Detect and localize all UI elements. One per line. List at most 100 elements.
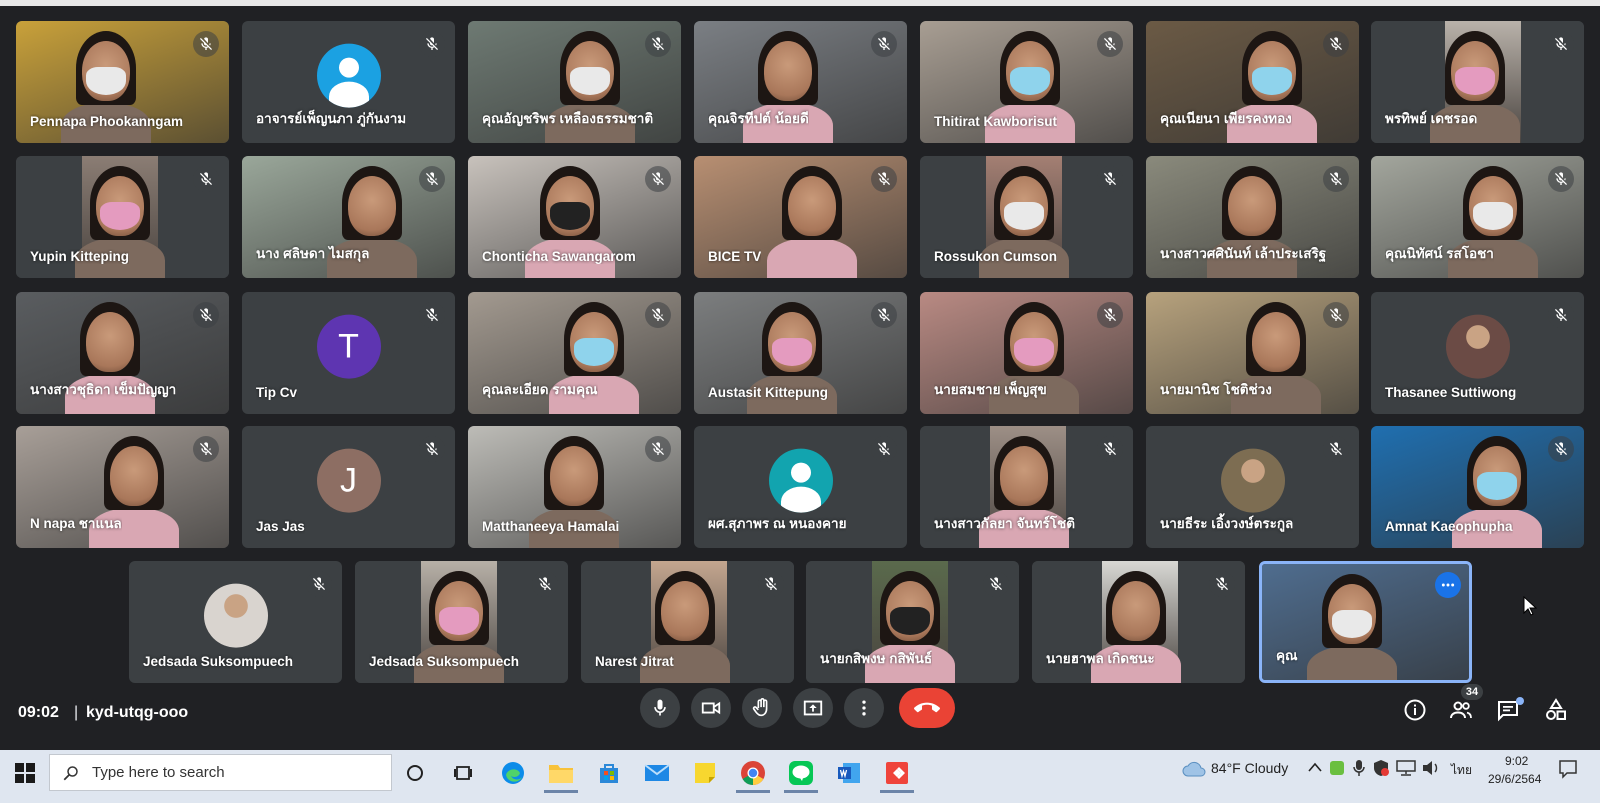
participant-name: นางสาวศศินันท์ เล้าประเสริฐ: [1160, 246, 1327, 261]
chevron-up-icon[interactable]: [1308, 762, 1322, 772]
participant-name: นายกสิพงษ กสิพันธ์: [820, 651, 933, 666]
participant-tile[interactable]: Rossukon Cumson: [920, 156, 1133, 278]
participant-tile[interactable]: Amnat Kaeophupha: [1371, 426, 1584, 548]
participant-name: Jedsada Suksompuech: [143, 654, 294, 669]
participant-name: Thitirat Kawborisut: [934, 114, 1058, 129]
muted-mic-icon: [758, 571, 784, 597]
cortana-button[interactable]: [392, 753, 438, 793]
participant-name: นายฮาพล เกิดชนะ: [1046, 651, 1155, 666]
taskbar-word[interactable]: [826, 753, 872, 793]
muted-mic-icon: [419, 436, 445, 462]
meeting-details-button[interactable]: [1399, 694, 1431, 726]
participant-tile[interactable]: พรทิพย์ เดชรอด: [1371, 21, 1584, 143]
participant-tile[interactable]: Austasit Kittepung: [694, 292, 907, 414]
participant-name: นายสมชาย เพ็ญสุข: [934, 382, 1047, 397]
activities-icon: [1546, 698, 1566, 720]
participant-tile[interactable]: Jedsada Suksompuech: [129, 561, 342, 683]
activities-button[interactable]: [1540, 694, 1572, 726]
taskbar-clock-time: 9:02: [1505, 754, 1529, 768]
meeting-code: kyd-utqg-ooo: [86, 704, 189, 721]
muted-mic-icon: [1209, 571, 1235, 597]
participant-tile[interactable]: Matthaneeya Hamalai: [468, 426, 681, 548]
participant-tile[interactable]: J Jas Jas: [242, 426, 455, 548]
muted-mic-icon: [1548, 436, 1574, 462]
profile-photo-avatar: [1445, 314, 1510, 379]
participant-tile[interactable]: คุณอัญชริพร เหลืองธรรมชาติ: [468, 21, 681, 143]
taskbar-mail[interactable]: [634, 753, 680, 793]
participant-tile[interactable]: Yupin Kitteping: [16, 156, 229, 278]
participant-tile[interactable]: นางสาวกัลยา จันทร์โชติ: [920, 426, 1133, 548]
taskbar-anydesk[interactable]: [874, 753, 920, 793]
participant-tile[interactable]: นาง ศลิษดา ไมสกุล: [242, 156, 455, 278]
muted-mic-icon: [871, 31, 897, 57]
taskbar-store[interactable]: [586, 753, 632, 793]
participant-tile[interactable]: นายกสิพงษ กสิพันธ์: [806, 561, 1019, 683]
participant-tile[interactable]: ผศ.สุภาพร ณ หนองคาย: [694, 426, 907, 548]
participant-tile[interactable]: นายสมชาย เพ็ญสุข: [920, 292, 1133, 414]
anydesk-icon: [886, 762, 908, 784]
participant-tile[interactable]: คุณเนียนา เพียรคงทอง: [1146, 21, 1359, 143]
taskbar-sticky-notes[interactable]: [682, 753, 728, 793]
participant-name: คุณจิรทีปต์ น้อยดี: [708, 111, 809, 126]
participant-tile[interactable]: Jedsada Suksompuech: [355, 561, 568, 683]
muted-mic-icon: [1097, 436, 1123, 462]
taskbar-chrome[interactable]: [730, 753, 776, 793]
participant-name: ผศ.สุภาพร ณ หนองคาย: [708, 516, 847, 531]
raise-hand-button[interactable]: [742, 688, 782, 728]
participant-name: คุณเนียนา เพียรคงทอง: [1160, 111, 1292, 126]
participant-tile[interactable]: Thasanee Suttiwong: [1371, 292, 1584, 414]
participant-tile[interactable]: T Tip Cv: [242, 292, 455, 414]
self-view-tile[interactable]: คุณ: [1259, 561, 1472, 683]
participant-count-badge: 34: [1461, 684, 1483, 700]
participant-name: Austasit Kittepung: [708, 385, 828, 400]
participant-tile[interactable]: คุณละเอียด รามคุณ: [468, 292, 681, 414]
separator: |: [74, 704, 79, 721]
camera-button[interactable]: [691, 688, 731, 728]
participant-tile[interactable]: นายฮาพล เกิดชนะ: [1032, 561, 1245, 683]
muted-mic-icon: [193, 302, 219, 328]
muted-mic-icon: [645, 166, 671, 192]
participant-tile[interactable]: อาจารย์เพ็ญนภา ภู่กันงาม: [242, 21, 455, 143]
more-options-button[interactable]: [844, 688, 884, 728]
participant-tile[interactable]: N napa ชาแนล: [16, 426, 229, 548]
cloudy-weather-icon: [1182, 761, 1206, 777]
muted-mic-icon: [1548, 302, 1574, 328]
store-bag-icon: [600, 764, 618, 783]
muted-mic-icon: [193, 31, 219, 57]
participant-tile[interactable]: Thitirat Kawborisut: [920, 21, 1133, 143]
tray-app-icon[interactable]: [1328, 759, 1346, 777]
muted-mic-icon: [306, 571, 332, 597]
tray-security-icon[interactable]: [1372, 759, 1390, 777]
participant-tile[interactable]: นายมานิช โชติช่วง: [1146, 292, 1359, 414]
taskbar-search-box[interactable]: Type here to search: [49, 754, 392, 791]
mail-icon: [644, 764, 670, 781]
end-call-button[interactable]: [899, 688, 955, 728]
start-button[interactable]: [2, 753, 48, 793]
volume-icon[interactable]: [1422, 760, 1440, 776]
muted-mic-icon: [645, 31, 671, 57]
participant-tile[interactable]: นายธีระ เอิ้งวงษ์ตระกูล: [1146, 426, 1359, 548]
participant-tile[interactable]: BICE TV: [694, 156, 907, 278]
more-vert-icon: [862, 700, 866, 716]
participant-tile[interactable]: นางสาวชุธิดา เข็มปัญญา: [16, 292, 229, 414]
participant-tile[interactable]: Narest Jitrat: [581, 561, 794, 683]
present-screen-button[interactable]: [793, 688, 833, 728]
network-icon[interactable]: [1396, 760, 1416, 776]
word-icon: [838, 763, 860, 783]
taskbar-file-explorer[interactable]: [538, 753, 584, 793]
taskbar-line[interactable]: [778, 753, 824, 793]
input-language[interactable]: ไทย: [1451, 761, 1472, 780]
notification-center-icon[interactable]: [1558, 759, 1578, 779]
task-view-button[interactable]: [440, 753, 486, 793]
participant-tile[interactable]: คุณจิรทีปต์ น้อยดี: [694, 21, 907, 143]
taskbar-edge[interactable]: [490, 753, 536, 793]
participant-tile[interactable]: Pennapa Phookanngam: [16, 21, 229, 143]
participant-tile[interactable]: Chonticha Sawangarom: [468, 156, 681, 278]
microphone-button[interactable]: [640, 688, 680, 728]
participant-tile[interactable]: นางสาวศศินันท์ เล้าประเสริฐ: [1146, 156, 1359, 278]
tray-microphone-icon[interactable]: [1352, 759, 1366, 777]
tile-options-button[interactable]: [1435, 572, 1461, 598]
participant-tile[interactable]: คุณนิทัศน์ รสโอชา: [1371, 156, 1584, 278]
muted-mic-icon: [1323, 166, 1349, 192]
letter-avatar: T: [316, 314, 381, 379]
